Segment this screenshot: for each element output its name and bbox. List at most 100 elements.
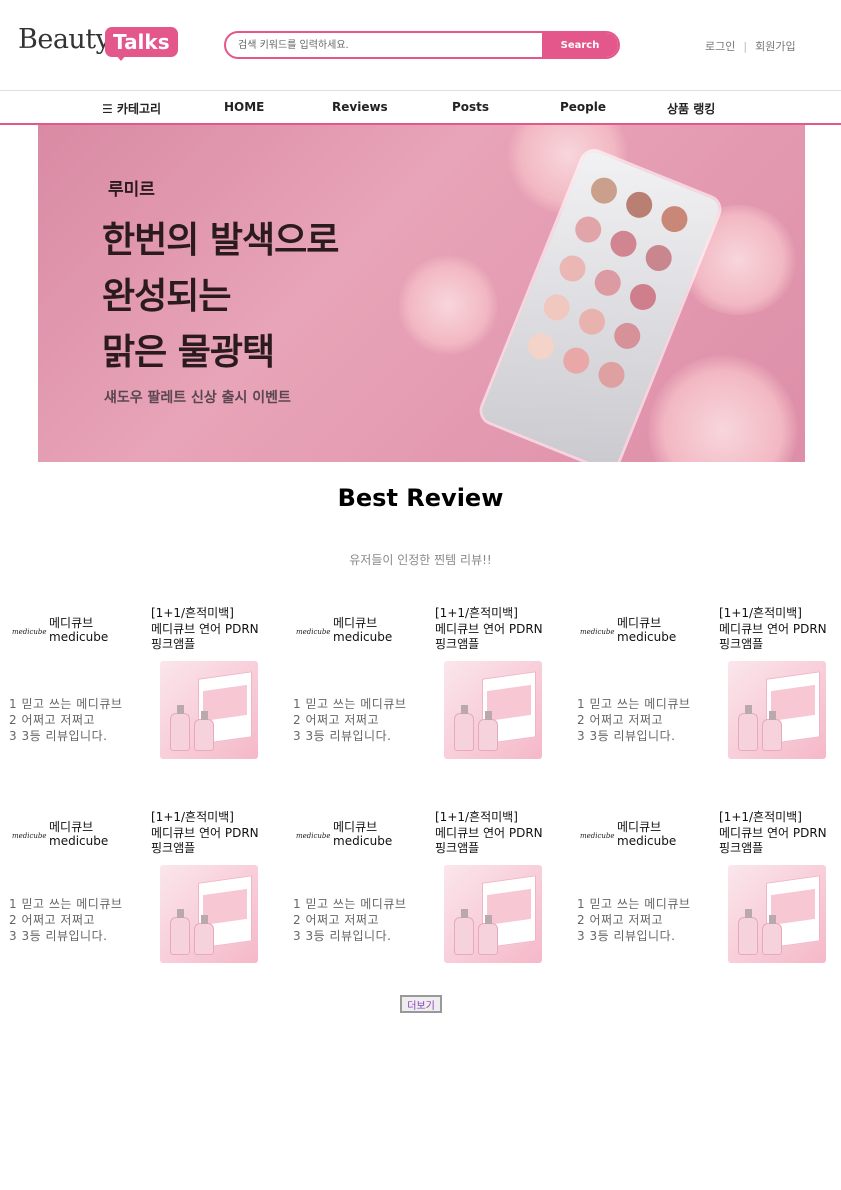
review-line: 3 3등 리뷰입니다.: [9, 729, 108, 743]
search-bar: Search: [224, 31, 620, 59]
product-image[interactable]: [444, 661, 542, 759]
ampoule-bottle: [170, 705, 190, 751]
logo-beauty-text: Beauty: [18, 24, 111, 55]
product-title-line: 핑크앰플: [435, 637, 480, 651]
brand-name-ko: 메디큐브: [49, 820, 94, 834]
review-line: 3 3등 리뷰입니다.: [9, 929, 108, 943]
logo-talks-badge: Talks: [105, 27, 178, 57]
flower-decoration: [398, 255, 498, 355]
best-review-subtitle: 유저들이 인정한 찐템 리뷰!!: [349, 553, 492, 567]
nav-reviews[interactable]: Reviews: [332, 100, 388, 114]
product-image[interactable]: [728, 661, 826, 759]
ampoule-bottle: [478, 915, 498, 955]
brand-name-en: medicube: [49, 834, 109, 848]
product-title-line: [1+1/흔적미백]: [435, 810, 518, 824]
brand-logo: medicube: [296, 832, 331, 840]
promo-banner[interactable]: 루미르 한번의 발색으로 완성되는 맑은 물광택 섀도우 팔레트 신상 출시 이…: [38, 125, 805, 462]
review-line: 1 믿고 쓰는 메디큐브: [293, 697, 407, 711]
product-image[interactable]: [444, 865, 542, 963]
review-line: 2 어쩌고 저쩌고: [9, 913, 96, 927]
banner-headline-3: 맑은 물광택: [102, 332, 275, 373]
brand-name-ko: 메디큐브: [617, 820, 662, 834]
review-line: 2 어쩌고 저쩌고: [577, 913, 664, 927]
product-title[interactable]: [1+1/흔적미백] 메디큐브 연어 PDRN 핑크앰플: [151, 606, 291, 653]
login-link[interactable]: 로그인: [705, 38, 735, 54]
review-card[interactable]: medicube 메디큐브 medicube [1+1/흔적미백] 메디큐브 연어 PD…: [8, 606, 292, 776]
signup-link[interactable]: 회원가입: [755, 38, 795, 54]
nav-people[interactable]: People: [560, 100, 606, 114]
ampoule-bottle: [762, 711, 782, 751]
nav-category[interactable]: ☰ 카테고리: [102, 100, 161, 117]
review-card[interactable]: medicube 메디큐브 medicube [1+1/흔적미백] 메디큐브 연어 PD…: [292, 810, 576, 980]
product-title-line: [1+1/흔적미백]: [151, 810, 234, 824]
review-line: 1 믿고 쓰는 메디큐브: [577, 897, 691, 911]
review-line: 3 3등 리뷰입니다.: [293, 729, 392, 743]
product-image[interactable]: [160, 865, 258, 963]
review-card[interactable]: medicube 메디큐브 medicube [1+1/흔적미백] 메디큐브 연어 PD…: [292, 606, 576, 776]
auth-separator: |: [743, 40, 748, 53]
main-nav: ☰ 카테고리 HOME Reviews Posts People 상품 랭킹: [0, 90, 841, 125]
load-more-button[interactable]: 더보기: [400, 995, 442, 1013]
brand-logo: medicube: [12, 628, 47, 636]
banner-brand: 루미르: [108, 180, 155, 200]
review-line: 2 어쩌고 저쩌고: [577, 713, 664, 727]
product-title[interactable]: [1+1/흔적미백] 메디큐브 연어 PDRN 핑크앰플: [435, 606, 575, 653]
review-line: 3 3등 리뷰입니다.: [577, 729, 676, 743]
ampoule-bottle: [738, 909, 758, 955]
product-title-line: 메디큐브 연어 PDRN: [719, 621, 827, 636]
brand-name-ko: 메디큐브: [617, 616, 662, 630]
product-title-line: 핑크앰플: [719, 637, 764, 651]
brand-logo: medicube: [580, 832, 615, 840]
brand-name-ko: 메디큐브: [333, 616, 378, 630]
review-line: 1 믿고 쓰는 메디큐브: [293, 897, 407, 911]
nav-posts[interactable]: Posts: [452, 100, 489, 114]
review-line: 1 믿고 쓰는 메디큐브: [9, 697, 123, 711]
product-image[interactable]: [160, 661, 258, 759]
product-title-line: 핑크앰플: [151, 841, 196, 855]
product-title-line: 핑크앰플: [719, 841, 764, 855]
product-title-line: 메디큐브 연어 PDRN: [151, 621, 259, 636]
review-card[interactable]: medicube 메디큐브 medicube [1+1/흔적미백] 메디큐브 연어 PD…: [8, 810, 292, 980]
product-title[interactable]: [1+1/흔적미백] 메디큐브 연어 PDRN 핑크앰플: [719, 810, 841, 857]
product-title[interactable]: [1+1/흔적미백] 메디큐브 연어 PDRN 핑크앰플: [435, 810, 575, 857]
brand-name-en: medicube: [49, 630, 109, 644]
logo-speech-tail: [116, 55, 126, 61]
review-card[interactable]: medicube 메디큐브 medicube [1+1/흔적미백] 메디큐브 연어 PD…: [576, 810, 841, 980]
product-image[interactable]: [728, 865, 826, 963]
product-title-line: [1+1/흔적미백]: [719, 810, 802, 824]
ampoule-bottle: [478, 711, 498, 751]
review-card[interactable]: medicube 메디큐브 medicube [1+1/흔적미백] 메디큐브 연어 PD…: [576, 606, 841, 776]
banner-subtitle: 섀도우 팔레트 신상 출시 이벤트: [104, 390, 291, 406]
site-logo[interactable]: Beauty Talks: [18, 24, 178, 64]
flower-decoration: [648, 355, 798, 462]
brand-logo: medicube: [296, 628, 331, 636]
product-title[interactable]: [1+1/흔적미백] 메디큐브 연어 PDRN 핑크앰플: [151, 810, 291, 857]
product-title-line: [1+1/흔적미백]: [151, 606, 234, 620]
product-title-line: 메디큐브 연어 PDRN: [435, 825, 543, 840]
product-title-line: 메디큐브 연어 PDRN: [151, 825, 259, 840]
product-title-line: [1+1/흔적미백]: [719, 606, 802, 620]
product-title-line: 핑크앰플: [435, 841, 480, 855]
site-header: Beauty Talks Search 로그인 | 회원가입: [0, 0, 841, 90]
banner-headline-1: 한번의 발색으로: [102, 220, 339, 261]
ampoule-bottle: [194, 711, 214, 751]
brand-name-ko: 메디큐브: [49, 616, 94, 630]
search-input[interactable]: [226, 33, 544, 57]
review-line: 2 어쩌고 저쩌고: [9, 713, 96, 727]
search-button[interactable]: Search: [542, 33, 618, 57]
product-title-line: 핑크앰플: [151, 637, 196, 651]
ampoule-bottle: [454, 909, 474, 955]
brand-name-en: medicube: [617, 834, 677, 848]
brand-name-ko: 메디큐브: [333, 820, 378, 834]
nav-home[interactable]: HOME: [224, 100, 264, 114]
product-title-line: 메디큐브 연어 PDRN: [435, 621, 543, 636]
ampoule-bottle: [762, 915, 782, 955]
brand-name-en: medicube: [333, 630, 393, 644]
best-review-title: Best Review: [337, 484, 504, 512]
nav-ranking[interactable]: 상품 랭킹: [667, 100, 715, 117]
product-title[interactable]: [1+1/흔적미백] 메디큐브 연어 PDRN 핑크앰플: [719, 606, 841, 653]
review-line: 1 믿고 쓰는 메디큐브: [9, 897, 123, 911]
banner-headline-2: 완성되는: [102, 276, 231, 317]
review-line: 3 3등 리뷰입니다.: [577, 929, 676, 943]
review-line: 2 어쩌고 저쩌고: [293, 713, 380, 727]
